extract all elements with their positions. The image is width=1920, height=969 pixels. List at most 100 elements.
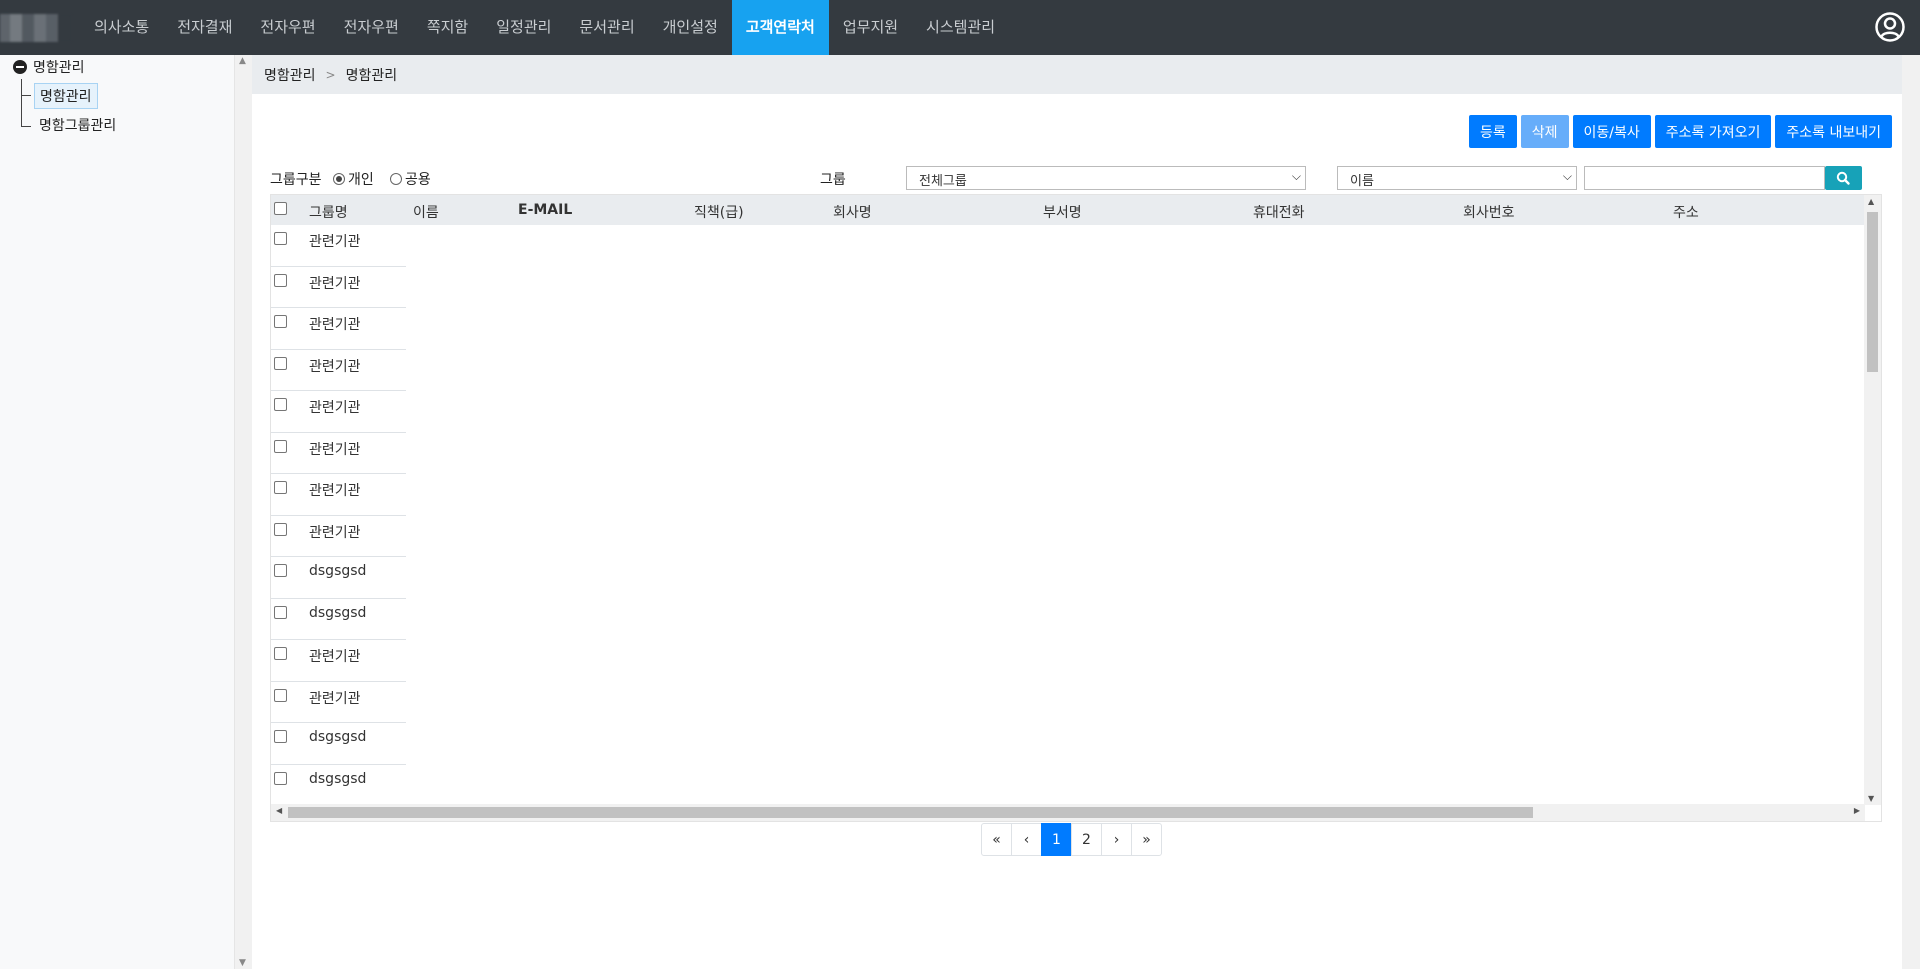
table-row[interactable]: 관련기관 [271, 682, 406, 723]
tree-root[interactable]: 명함관리 [13, 57, 85, 77]
radio-personal[interactable]: 개인 [333, 169, 374, 189]
table-vertical-scrollbar[interactable]: ▲ ▼ [1864, 195, 1881, 805]
sidebar-item-card-group-manage[interactable]: 명함그룹관리 [34, 113, 121, 137]
col-position[interactable]: 직책(급) [694, 202, 744, 222]
table-row[interactable]: dsgsgsd [271, 723, 406, 765]
row-checkbox[interactable] [274, 273, 287, 287]
table-row[interactable]: 관련기관 [271, 350, 406, 391]
scroll-down-arrow-icon[interactable]: ▼ [239, 958, 246, 968]
nav-item[interactable]: 문서관리 [565, 0, 648, 55]
row-checkbox[interactable] [274, 647, 287, 660]
scroll-left-arrow-icon[interactable]: ◀ [276, 806, 282, 815]
sidebar-item-card-manage[interactable]: 명함관리 [34, 83, 98, 109]
col-group-name[interactable]: 그룹명 [309, 202, 348, 222]
group-select[interactable]: 전체그룹 ⌵ [906, 166, 1306, 190]
search-input[interactable] [1584, 166, 1825, 190]
scroll-down-arrow-icon[interactable]: ▼ [1868, 794, 1874, 803]
col-department[interactable]: 부서명 [1043, 202, 1082, 222]
table-row[interactable]: 관련기관 [271, 433, 406, 474]
row-checkbox[interactable] [274, 315, 287, 328]
scroll-up-arrow-icon[interactable]: ▲ [1868, 197, 1874, 206]
table-row[interactable]: 관련기관 [271, 516, 406, 557]
tree-root-label: 명함관리 [33, 60, 85, 76]
table-row[interactable]: 관련기관 [271, 391, 406, 433]
prev-page-button[interactable]: ‹ [1011, 823, 1042, 856]
action-toolbar: 등록 삭제 이동/복사 주소록 가져오기 주소록 내보내기 [1468, 115, 1892, 148]
sidebar-scrollbar[interactable]: ▲ ▼ [234, 55, 252, 969]
table-row[interactable]: 관련기관 [271, 308, 406, 350]
register-button[interactable]: 등록 [1468, 115, 1517, 148]
cell-group-name: dsgsgsd [309, 770, 367, 787]
table-row[interactable]: 관련기관 [271, 225, 406, 267]
page-scrollbar[interactable] [1902, 55, 1920, 969]
radio-public[interactable]: 공용 [390, 169, 431, 189]
breadcrumb-item[interactable]: 명함관리 [264, 65, 316, 85]
next-page-button[interactable]: › [1101, 823, 1132, 856]
search-button[interactable] [1825, 166, 1862, 190]
import-address-button[interactable]: 주소록 가져오기 [1654, 115, 1772, 148]
first-page-button[interactable]: « [981, 823, 1012, 856]
col-address[interactable]: 주소 [1673, 202, 1699, 222]
nav-item[interactable]: 업무지원 [829, 0, 912, 55]
scroll-right-arrow-icon[interactable]: ▶ [1854, 806, 1860, 815]
row-checkbox[interactable] [274, 439, 287, 453]
nav-item[interactable]: 쪽지함 [413, 0, 482, 55]
table-horizontal-scrollbar[interactable]: ◀ ▶ [271, 804, 1865, 821]
col-mobile[interactable]: 휴대전화 [1253, 202, 1305, 222]
row-checkbox[interactable] [274, 564, 287, 577]
collapse-minus-icon[interactable] [13, 60, 27, 74]
radio-personal-label: 개인 [348, 172, 374, 188]
table-row[interactable]: 관련기관 [271, 267, 406, 308]
table-row[interactable]: dsgsgsd [271, 599, 406, 640]
nav-item[interactable]: 일정관리 [482, 0, 565, 55]
table-row[interactable]: 관련기관 [271, 474, 406, 516]
col-company[interactable]: 회사명 [833, 202, 872, 222]
search-field-select[interactable]: 이름 ⌵ [1337, 166, 1577, 190]
scroll-up-arrow-icon[interactable]: ▲ [239, 56, 246, 66]
radio-public-icon[interactable] [390, 173, 402, 185]
row-checkbox[interactable] [274, 232, 287, 245]
search-icon [1836, 171, 1850, 185]
move-copy-button[interactable]: 이동/복사 [1572, 115, 1651, 148]
nav-item[interactable]: 전자우편 [330, 0, 413, 55]
page-button-2[interactable]: 2 [1071, 823, 1102, 856]
breadcrumb-current: 명함관리 [345, 67, 398, 84]
row-checkbox[interactable] [274, 356, 287, 370]
row-checkbox[interactable] [274, 398, 287, 411]
select-all-checkbox[interactable] [274, 202, 287, 215]
radio-personal-icon[interactable] [333, 173, 345, 185]
last-page-button[interactable]: » [1131, 823, 1162, 856]
row-checkbox[interactable] [274, 730, 287, 743]
cell-group-name: dsgsgsd [309, 604, 367, 621]
nav-item[interactable]: 의사소통 [80, 0, 163, 55]
row-checkbox[interactable] [274, 688, 287, 702]
scrollbar-thumb[interactable] [288, 807, 1533, 818]
group-select-value: 전체그룹 [919, 174, 967, 189]
cell-group-name: dsgsgsd [309, 563, 367, 579]
tree-connector [21, 95, 31, 96]
delete-button[interactable]: 삭제 [1520, 115, 1569, 148]
table-row[interactable]: dsgsgsd [271, 557, 406, 599]
chevron-down-icon: ⌵ [1291, 169, 1301, 183]
row-checkbox[interactable] [274, 522, 287, 536]
chevron-right-icon: › [1113, 831, 1120, 848]
user-circle-icon[interactable] [1874, 11, 1906, 43]
nav-item[interactable]: 시스템관리 [912, 0, 1009, 55]
table-row[interactable]: dsgsgsd [271, 765, 406, 806]
row-checkbox[interactable] [274, 771, 287, 785]
nav-item[interactable]: 전자결재 [163, 0, 246, 55]
nav-item[interactable]: 고객연락처 [731, 0, 829, 55]
export-address-button[interactable]: 주소록 내보내기 [1775, 115, 1892, 148]
nav-item[interactable]: 전자우편 [246, 0, 329, 55]
col-name[interactable]: 이름 [413, 202, 439, 222]
col-email[interactable]: E-MAIL [518, 202, 572, 218]
page-button-1[interactable]: 1 [1041, 823, 1072, 856]
nav-item[interactable]: 개인설정 [649, 0, 732, 55]
col-company-phone[interactable]: 회사번호 [1463, 202, 1515, 222]
row-checkbox[interactable] [274, 481, 287, 494]
table-row[interactable]: 관련기관 [271, 640, 406, 682]
main-content: 명함관리 > 명함관리 등록 삭제 이동/복사 주소록 가져오기 주소록 내보내… [252, 55, 1920, 969]
logo[interactable] [0, 14, 72, 42]
row-checkbox[interactable] [274, 605, 287, 619]
scrollbar-thumb[interactable] [1867, 212, 1878, 372]
